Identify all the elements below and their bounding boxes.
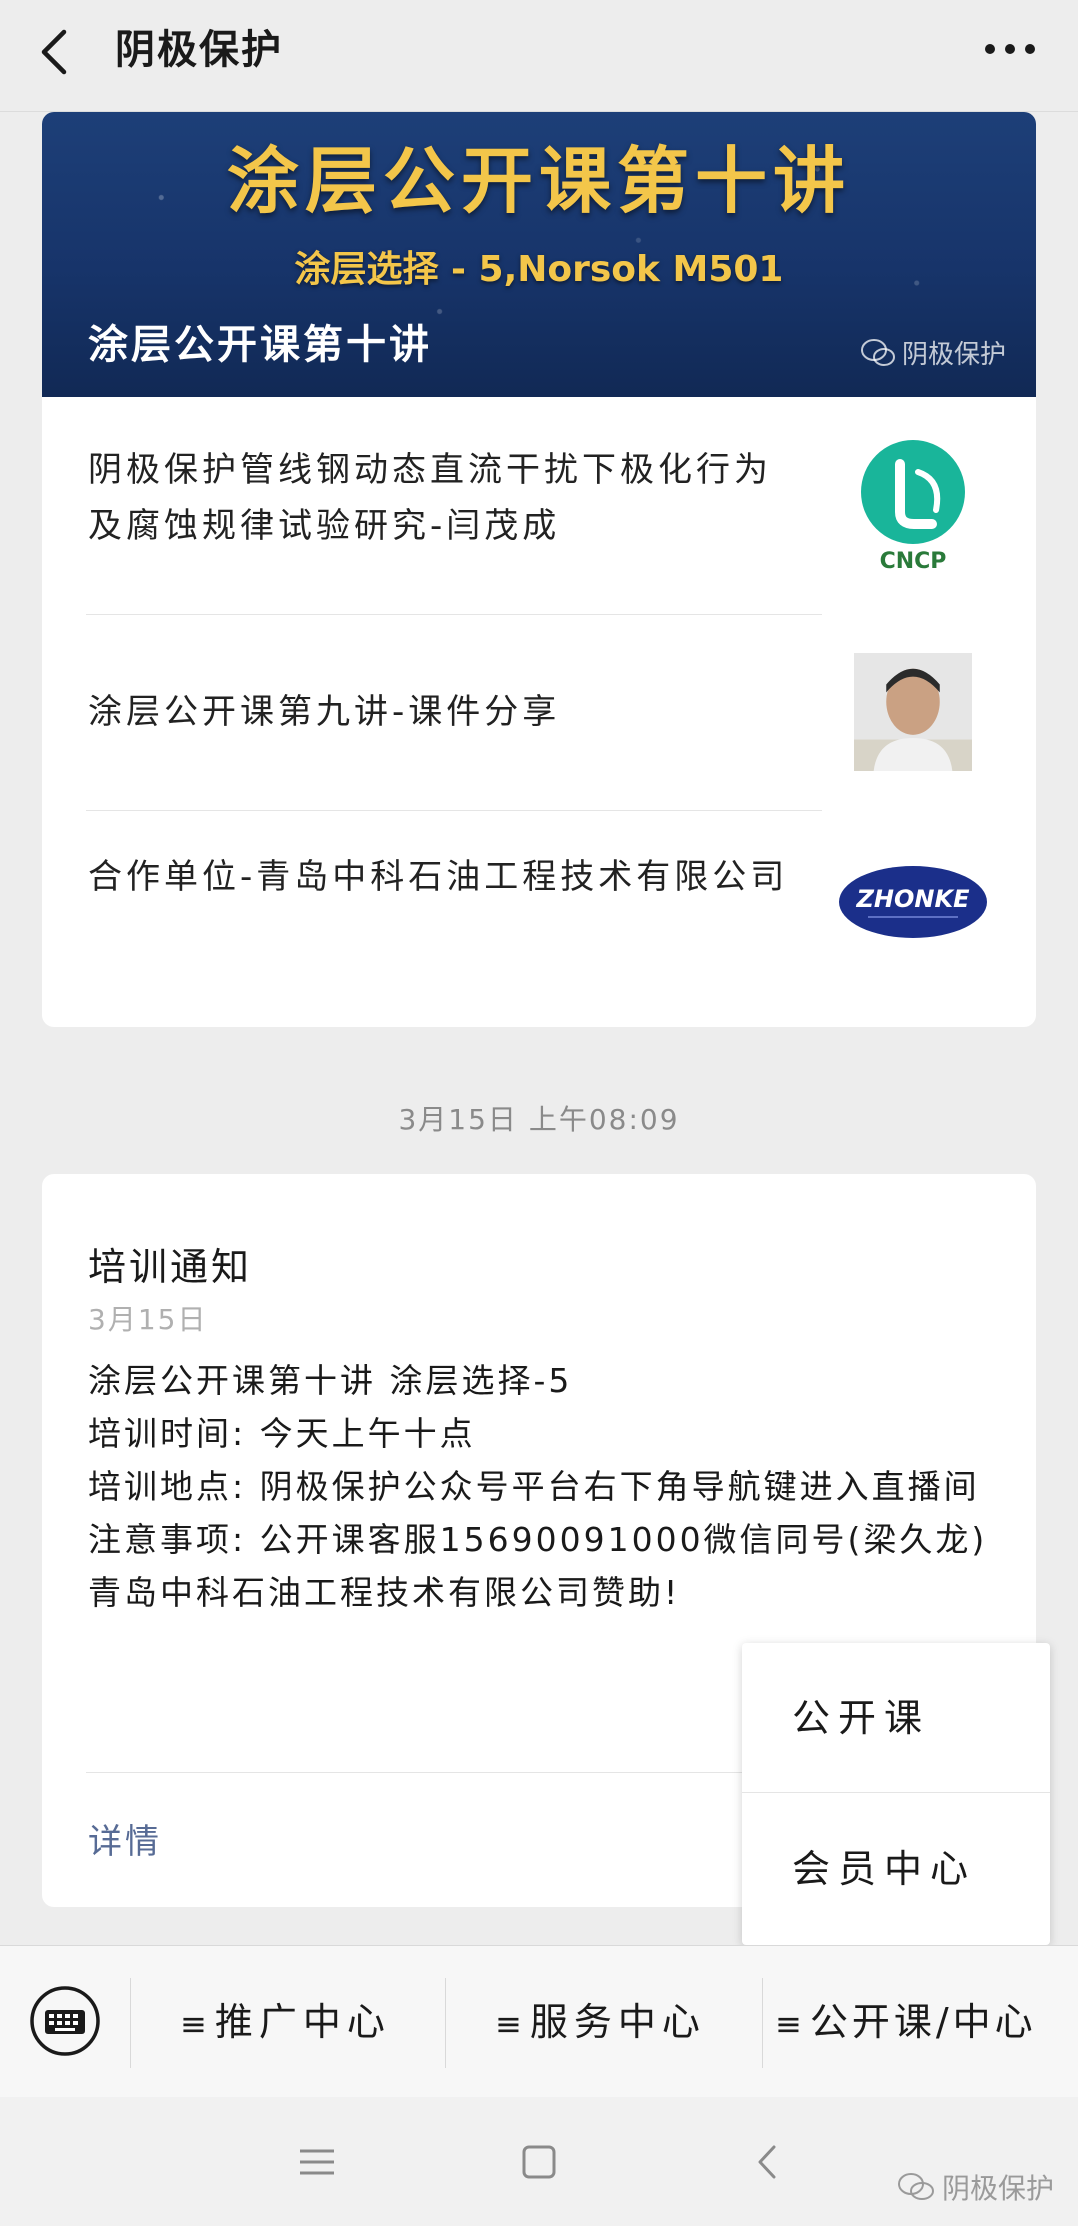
recent-apps-icon[interactable] bbox=[292, 2137, 342, 2187]
zhonke-logo-text: ZHONKE bbox=[856, 885, 971, 913]
banner-sub-text: 涂层选择 - 5,Norsok M501 bbox=[294, 249, 784, 290]
menu-item-open-class-center[interactable]: ≡ 公开课/中心 bbox=[775, 1946, 1037, 2098]
list-item[interactable]: 涂层公开课第九讲-课件分享 bbox=[88, 637, 988, 787]
system-back-icon[interactable] bbox=[742, 2137, 792, 2187]
article-title: 阴极保护管线钢动态直流干扰下极化行为及腐蚀规律试验研究-闫茂成 bbox=[88, 450, 772, 546]
banner-main-text: 涂层公开课第十讲 bbox=[226, 139, 851, 223]
cncp-logo-thumbnail: CNCP bbox=[861, 440, 965, 574]
menu-separator bbox=[445, 1978, 446, 2068]
article-card: 涂层公开课第十讲 涂层选择 - 5,Norsok M501 涂层公开课第十讲 阴… bbox=[42, 112, 1036, 1027]
bottom-watermark-text: 阴极保护 bbox=[941, 2172, 1054, 2205]
article-title: 涂层公开课第九讲-课件分享 bbox=[88, 692, 561, 732]
menu-lines-icon: ≡ bbox=[495, 2005, 522, 2043]
menu-item-label: 公开课/中心 bbox=[809, 2000, 1037, 2044]
menu-item-label: 推广中心 bbox=[214, 2000, 391, 2044]
page-title: 阴极保护 bbox=[115, 27, 283, 73]
notice-line: 培训地点: 阴极保护公众号平台右下角导航键进入直播间 bbox=[88, 1467, 980, 1506]
article-title: 合作单位-青岛中科石油工程技术有限公司 bbox=[88, 857, 789, 897]
menu-lines-icon: ≡ bbox=[775, 2005, 802, 2043]
menu-lines-icon: ≡ bbox=[180, 2005, 207, 2043]
divider bbox=[86, 810, 822, 811]
banner-watermark-text: 阴极保护 bbox=[901, 340, 1006, 370]
top-bar: 阴极保护 bbox=[0, 0, 1078, 112]
menu-item-promotion-center[interactable]: ≡ 推广中心 bbox=[180, 1946, 391, 2098]
bottom-watermark: 阴极保护 bbox=[896, 2167, 1054, 2207]
home-icon[interactable] bbox=[514, 2137, 564, 2187]
menu-separator bbox=[762, 1978, 763, 2068]
notice-line: 培训时间: 今天上午十点 bbox=[88, 1414, 476, 1453]
banner-watermark: 阴极保护 bbox=[860, 334, 1006, 371]
menu-separator bbox=[130, 1978, 131, 2068]
back-arrow-icon[interactable] bbox=[30, 22, 78, 82]
notice-line: 注意事项: 公开课客服15690091000微信同号(梁久龙) bbox=[88, 1520, 988, 1559]
featured-article-banner[interactable]: 涂层公开课第十讲 涂层选择 - 5,Norsok M501 涂层公开课第十讲 阴… bbox=[42, 112, 1036, 397]
list-item[interactable]: 合作单位-青岛中科石油工程技术有限公司 ZHONKE bbox=[88, 837, 988, 987]
divider bbox=[86, 614, 822, 615]
submenu-popup: 公开课 会员中心 bbox=[742, 1643, 1050, 1945]
message-timestamp: 3月15日 上午08:09 bbox=[398, 1103, 680, 1136]
menu-item-service-center[interactable]: ≡ 服务中心 bbox=[495, 1946, 706, 2098]
featured-article-title: 涂层公开课第十讲 bbox=[88, 322, 432, 368]
notice-body: 涂层公开课第十讲 涂层选择-5 培训时间: 今天上午十点 培训地点: 阴极保护公… bbox=[88, 1354, 998, 1619]
submenu-item-open-class[interactable]: 公开课 bbox=[742, 1643, 1050, 1793]
notice-line: 涂层公开课第十讲 涂层选择-5 bbox=[88, 1361, 573, 1400]
wechat-icon bbox=[897, 2173, 934, 2200]
bottom-menu-bar: ≡ 推广中心 ≡ 服务中心 ≡ 公开课/中心 bbox=[0, 1945, 1078, 2097]
submenu-item-member-center[interactable]: 会员中心 bbox=[742, 1794, 1050, 1944]
cncp-logo-text: CNCP bbox=[880, 549, 947, 574]
menu-item-label: 服务中心 bbox=[529, 2000, 706, 2044]
wechat-icon bbox=[860, 338, 895, 366]
notice-line: 青岛中科石油工程技术有限公司赞助! bbox=[88, 1573, 681, 1612]
keyboard-icon[interactable] bbox=[28, 1984, 102, 2058]
notice-title: 培训通知 bbox=[88, 1245, 253, 1289]
more-options-icon[interactable] bbox=[980, 36, 1040, 62]
notice-date: 3月15日 bbox=[88, 1303, 208, 1336]
list-item[interactable]: 阴极保护管线钢动态直流干扰下极化行为及腐蚀规律试验研究-闫茂成 CNCP bbox=[88, 432, 988, 582]
details-link[interactable]: 详情 bbox=[88, 1814, 162, 1863]
system-nav-bar: 阴极保护 bbox=[0, 2097, 1078, 2226]
person-photo-thumbnail bbox=[854, 653, 972, 771]
zhonke-logo-thumbnail: ZHONKE bbox=[838, 837, 988, 987]
